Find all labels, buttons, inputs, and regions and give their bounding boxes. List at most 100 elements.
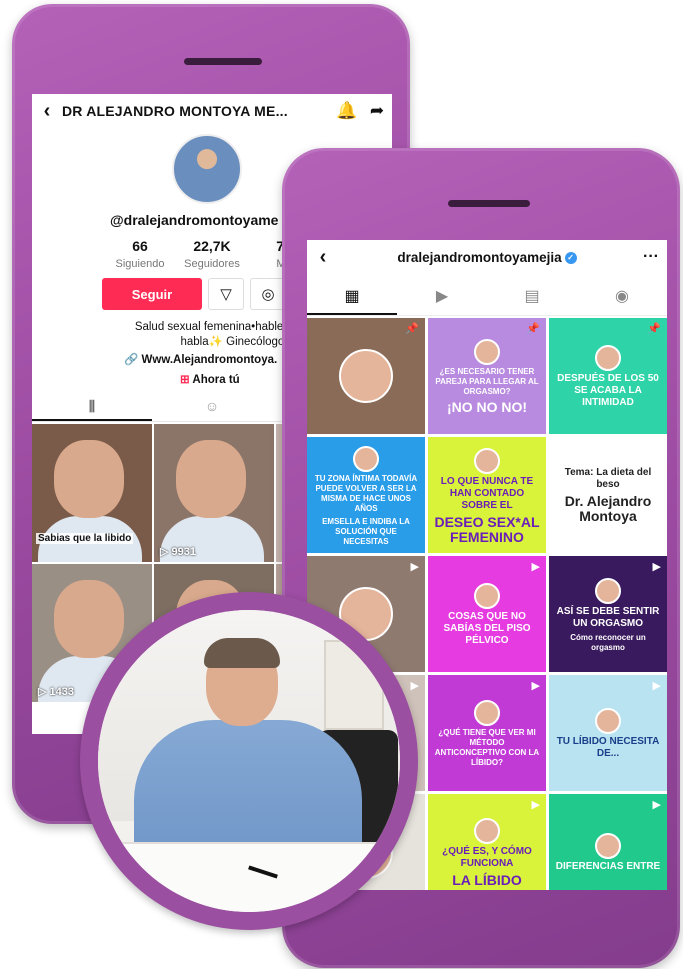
instagram-header: ‹ dralejandromontoyamejia ✓ ··· [307, 240, 667, 274]
post-avatar [353, 445, 379, 472]
post-subtitle: LA LÍBIDO [452, 872, 522, 888]
post-avatar [595, 833, 621, 859]
post-subtitle: Dr. Alejandro Montoya [564, 492, 652, 524]
verified-icon: ✓ [564, 251, 577, 264]
handle-text: dralejandromontoyamejia [397, 249, 562, 265]
portrait-photo [98, 610, 400, 912]
profile-link[interactable]: 🔗 Www.Alejandromontoya. [124, 352, 277, 366]
stat-value: 22,7K [193, 238, 231, 254]
link-text: Www.Alejandromontoya. [141, 354, 278, 366]
stat-label: Seguidores [184, 258, 240, 270]
avatar[interactable] [172, 134, 242, 204]
phone-speaker [448, 200, 530, 207]
reel-icon: ▶ [652, 799, 661, 811]
reel-icon: ▶ [531, 680, 540, 692]
reel-icon: ▶ [652, 680, 661, 692]
pin-icon: 📌 [405, 323, 419, 335]
post-thumbnail[interactable]: Tema: La dieta del beso Dr. Alejandro Mon… [549, 437, 667, 553]
post-title: ¿QUÉ ES, Y CÓMO FUNCIONA [442, 846, 532, 869]
stat-following[interactable]: 66 Siguiendo [104, 238, 176, 272]
profile-handle: dralejandromontoyamejia ✓ [339, 250, 635, 265]
post-title: TU ZONA ÍNTIMA TODAVÍA PUEDE VOLVER A SE… [314, 473, 418, 513]
post-avatar [474, 339, 500, 365]
tab-reels-icon[interactable]: ▶ [397, 278, 487, 315]
views-count: 9931 [171, 546, 196, 558]
post-avatar [595, 577, 621, 604]
post-title: TU LÍBIDO NECESITA DE... [556, 736, 660, 759]
send-icon[interactable]: ▽ [208, 278, 244, 310]
back-icon[interactable]: ‹ [32, 100, 62, 123]
stat-label: Siguiendo [115, 258, 165, 270]
pin-icon: 📌 [647, 323, 661, 335]
post-avatar [595, 345, 621, 371]
post-thumbnail[interactable]: TU ZONA ÍNTIMA TODAVÍA PUEDE VOLVER A SE… [307, 437, 425, 553]
portrait-hair [204, 638, 280, 668]
video-views: ▷ 1433 [38, 686, 74, 698]
post-subtitle: Cómo reconocer un orgasmo [570, 632, 646, 652]
video-thumbnail[interactable]: Sabias que la libido [32, 424, 152, 562]
post-thumbnail[interactable]: ▶ ASÍ SE DEBE SENTIR UN ORGASMO Cómo recon… [549, 556, 667, 672]
stat-followers[interactable]: 22,7K Seguidores [176, 238, 248, 272]
post-thumbnail[interactable]: ▶ ¿QUÉ TIENE QUE VER MI MÉTODO ANTICONCEP… [428, 675, 546, 791]
tab-guides-icon[interactable]: ▤ [487, 278, 577, 315]
post-title: COSAS QUE NO SABÍAS DEL PISO PÉLVICO [443, 611, 531, 646]
reel-icon: ▶ [410, 561, 419, 573]
back-icon[interactable]: ‹ [307, 246, 339, 269]
post-thumbnail[interactable]: LO QUE NUNCA TE HAN CONTADO SOBRE EL DESE… [428, 437, 546, 553]
post-avatar [474, 818, 500, 844]
more-icon[interactable]: ··· [635, 248, 667, 266]
post-thumbnail[interactable]: ▶ DIFERENCIAS ENTRE [549, 794, 667, 890]
post-thumbnail[interactable]: 📌 ¿ES NECESARIO TENER PAREJA PARA LLEGAR … [428, 318, 546, 434]
bell-icon[interactable]: 🔔 [332, 101, 362, 121]
profile-handle: @dralejandromontoyame [110, 212, 279, 228]
post-thumbnail[interactable]: 📌 [307, 318, 425, 434]
tab-tagged-icon[interactable]: ◉ [577, 278, 667, 315]
post-title: ASÍ SE DEBE SENTIR UN ORGASMO [556, 605, 660, 629]
post-title: ¿ES NECESARIO TENER PAREJA PARA LLEGAR A… [435, 367, 539, 396]
reel-icon: ▶ [531, 799, 540, 811]
portrait-picture-frame [324, 640, 384, 730]
phone-speaker [184, 58, 262, 65]
instagram-icon[interactable]: ◎ [250, 278, 286, 310]
tab-liked-icon[interactable]: ☺ [152, 392, 272, 421]
share-icon[interactable]: ➦ [362, 101, 392, 121]
video-caption: Sabias que la libido [36, 533, 134, 544]
post-title: ¿QUÉ TIENE QUE VER MI MÉTODO ANTICONCEPT… [434, 728, 540, 767]
video-thumbnail[interactable]: ▷ 9931 [154, 424, 274, 562]
post-subtitle: ¡NO NO NO! [446, 399, 528, 415]
post-thumbnail[interactable]: ▶ TU LÍBIDO NECESITA DE... [549, 675, 667, 791]
stat-value: 66 [132, 238, 148, 254]
tab-videos-icon[interactable]: ⫼ [32, 392, 152, 421]
doctor-portrait [80, 592, 418, 930]
video-views: ▷ 9931 [160, 546, 196, 558]
post-avatar [474, 447, 500, 474]
post-avatar [474, 700, 500, 726]
post-subtitle: DESEO SEX*AL FEMENINO [434, 513, 540, 545]
post-thumbnail[interactable]: 📌 DESPUÉS DE LOS 50 SE ACABA LA INTIMIDAD [549, 318, 667, 434]
reel-icon: ▶ [652, 561, 661, 573]
instagram-tabs: ▦ ▶ ▤ ◉ [307, 278, 667, 316]
profile-title: DR ALEJANDRO MONTOYA ME... [62, 103, 288, 119]
ahora-tu-link[interactable]: ⊞ Ahora tú [180, 372, 240, 386]
post-title: LO QUE NUNCA TE HAN CONTADO SOBRE EL [440, 475, 534, 511]
post-subtitle: EMSELLA E INDIBA LA SOLUCIÓN QUE NECESIT… [322, 516, 410, 546]
post-title: DIFERENCIAS ENTRE [555, 861, 661, 872]
reel-icon: ▶ [531, 561, 540, 573]
plus-icon: ⊞ [180, 374, 190, 386]
reel-icon: ▶ [410, 680, 419, 692]
profile-actions: Seguir ▽ ◎ [102, 278, 286, 310]
post-avatar [595, 708, 621, 734]
tab-grid-icon[interactable]: ▦ [307, 278, 397, 315]
follow-button[interactable]: Seguir [102, 278, 202, 310]
pin-icon: 📌 [526, 323, 540, 335]
post-avatar [474, 583, 500, 609]
views-count: 1433 [49, 686, 74, 698]
post-thumbnail[interactable]: ▶ COSAS QUE NO SABÍAS DEL PISO PÉLVICO [428, 556, 546, 672]
portrait-desk [98, 842, 400, 912]
post-face [339, 349, 393, 403]
ahora-label: Ahora tú [192, 374, 240, 386]
post-title: DESPUÉS DE LOS 50 SE ACABA LA INTIMIDAD [557, 373, 659, 408]
thumb-face [54, 440, 124, 518]
post-title: Tema: La dieta del beso [564, 466, 652, 490]
post-thumbnail[interactable]: ▶ ¿QUÉ ES, Y CÓMO FUNCIONA LA LÍBIDO [428, 794, 546, 890]
